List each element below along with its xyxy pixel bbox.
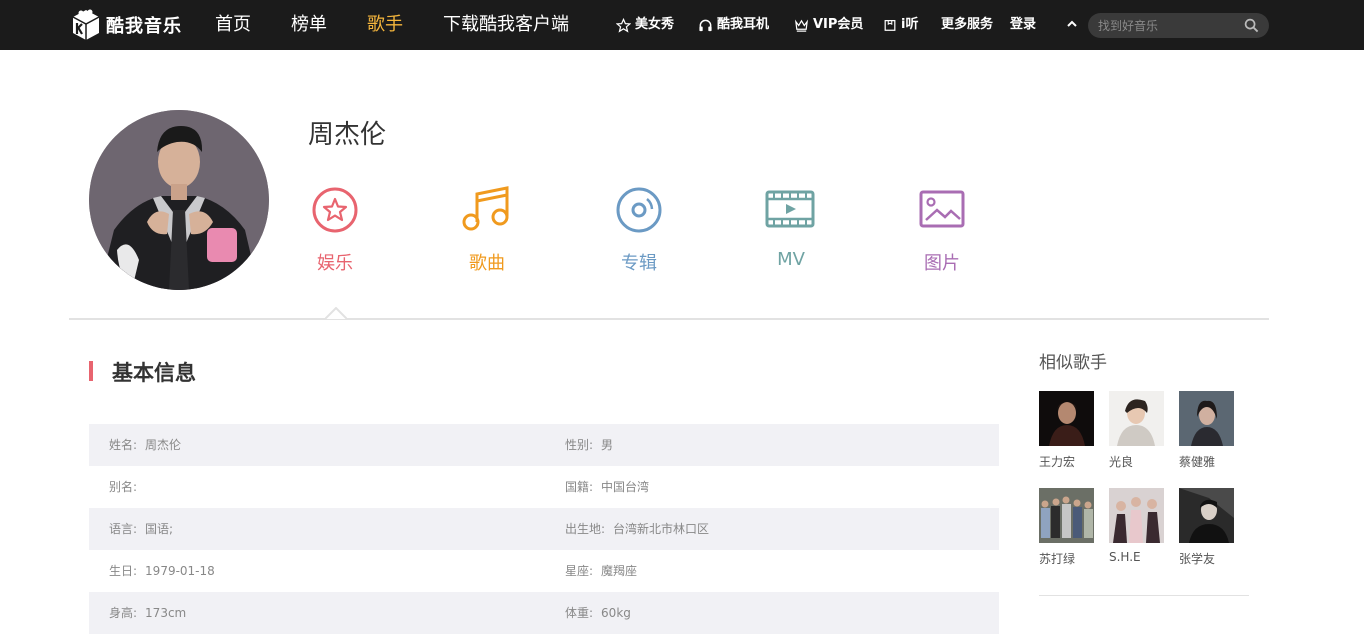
- crown-icon: [794, 19, 809, 32]
- info-value: 中国台湾: [601, 480, 650, 494]
- tab-label: 图片: [924, 253, 960, 274]
- info-row: 姓名: 周杰伦 性别: 男: [89, 424, 999, 466]
- subnav-ilisten[interactable]: i听: [883, 0, 918, 50]
- tab-albums[interactable]: 专辑: [589, 185, 689, 275]
- info-label: 生日:: [109, 564, 138, 578]
- similar-artist-item[interactable]: 王力宏: [1039, 391, 1099, 470]
- similar-artists-title: 相似歌手: [1039, 353, 1107, 373]
- tab-divider: [69, 318, 1269, 320]
- subnav-vip[interactable]: VIP会员: [794, 0, 863, 50]
- tab-label: 专辑: [621, 253, 657, 274]
- artist-thumbnail: [1179, 391, 1234, 446]
- brand-name: 酷我音乐: [106, 16, 182, 37]
- artist-thumbnail: [1109, 488, 1164, 543]
- info-value: 173cm: [145, 606, 187, 620]
- section-accent-bar: [89, 361, 93, 381]
- similar-artist-item[interactable]: 张学友: [1179, 488, 1239, 567]
- music-note-icon: [462, 186, 509, 231]
- info-value: 1979-01-18: [145, 564, 215, 578]
- info-value: 60kg: [601, 606, 631, 620]
- artist-name: 王力宏: [1039, 455, 1076, 469]
- tab-pictures[interactable]: 图片: [892, 185, 992, 275]
- basic-info-title: 基本信息: [112, 361, 196, 385]
- similar-artist-item[interactable]: S.H.E: [1109, 488, 1169, 564]
- headphones-icon: [699, 19, 712, 31]
- subnav-more-services[interactable]: 更多服务: [941, 0, 993, 50]
- similar-artist-item[interactable]: 光良: [1109, 391, 1169, 470]
- info-label: 身高:: [109, 606, 138, 620]
- image-icon: [919, 190, 965, 228]
- info-label: 语言:: [109, 522, 138, 536]
- info-label: 性别:: [565, 438, 594, 452]
- info-label: 别名:: [109, 480, 138, 494]
- similar-artist-item[interactable]: 蔡健雅: [1179, 391, 1239, 470]
- artist-name: 光良: [1109, 455, 1134, 469]
- tab-label: 歌曲: [469, 253, 505, 274]
- artist-name: 蔡健雅: [1179, 455, 1216, 469]
- film-icon: [765, 190, 815, 228]
- star-outline-icon: [616, 17, 631, 33]
- artist-thumbnail: [1039, 391, 1094, 446]
- artist-name: 张学友: [1179, 552, 1216, 566]
- subnav-label: 更多服务: [941, 17, 994, 32]
- basic-info-table: 姓名: 周杰伦 性别: 男 别名: 国籍: 中国台湾 语言: 国语; 出生地: 台湾新北市…: [89, 424, 999, 634]
- subnav-label: 美女秀: [635, 17, 675, 32]
- artist-thumbnail: [1039, 488, 1094, 543]
- subnav-label: i听: [901, 17, 919, 32]
- subnav-label: 登录: [1010, 17, 1037, 32]
- search-icon[interactable]: [1244, 18, 1259, 33]
- artist-name: S.H.E: [1109, 550, 1141, 564]
- tab-label: 娱乐: [317, 253, 353, 274]
- info-label: 星座:: [565, 564, 594, 578]
- artist-name: 周杰伦: [308, 120, 387, 150]
- tab-songs[interactable]: 歌曲: [437, 185, 537, 275]
- info-label: 国籍:: [565, 480, 594, 494]
- similar-artist-item[interactable]: 苏打绿: [1039, 488, 1099, 567]
- artist-thumbnail: [1109, 391, 1164, 446]
- brand-logo[interactable]: 酷我音乐: [70, 7, 182, 43]
- artist-photo: [89, 110, 269, 290]
- info-label: 出生地:: [565, 522, 606, 536]
- login-link[interactable]: 登录: [1010, 0, 1036, 50]
- info-value: 台湾新北市林口区: [613, 522, 710, 536]
- info-value: 周杰伦: [145, 438, 182, 452]
- box-icon: [884, 20, 896, 31]
- subnav-headphones[interactable]: 酷我耳机: [698, 0, 769, 50]
- artist-thumbnail: [1179, 488, 1234, 543]
- tab-mv[interactable]: MV: [741, 185, 841, 270]
- artist-avatar: [89, 110, 269, 290]
- top-navbar: 酷我音乐 首页 榜单 歌手 下载酷我客户端 美女秀 酷我耳机 VIP会员 i听 …: [0, 0, 1364, 50]
- search-input[interactable]: [1098, 16, 1238, 35]
- info-row: 别名: 国籍: 中国台湾: [89, 466, 999, 508]
- nav-download-client[interactable]: 下载酷我客户端: [443, 0, 569, 50]
- sidebar-divider: [1039, 595, 1249, 596]
- tab-entertainment[interactable]: 娱乐: [285, 185, 385, 275]
- subnav-label: 酷我耳机: [717, 17, 770, 32]
- subnav-label: VIP会员: [813, 17, 864, 32]
- info-label: 姓名:: [109, 438, 138, 452]
- info-value: 魔羯座: [601, 564, 638, 578]
- disc-icon: [616, 187, 662, 233]
- active-tab-pointer-icon: [325, 307, 347, 320]
- info-label: 体重:: [565, 606, 594, 620]
- nav-home[interactable]: 首页: [215, 0, 251, 50]
- info-row: 语言: 国语; 出生地: 台湾新北市林口区: [89, 508, 999, 550]
- kuwo-cube-logo-icon: [72, 9, 100, 40]
- info-value: 国语;: [145, 522, 174, 536]
- nav-singers[interactable]: 歌手: [367, 0, 403, 50]
- chevron-up-icon[interactable]: [1066, 18, 1078, 30]
- subnav-beauty-show[interactable]: 美女秀: [616, 0, 674, 50]
- tab-label: MV: [777, 249, 805, 270]
- star-circle-icon: [312, 187, 358, 233]
- artist-name: 苏打绿: [1039, 552, 1076, 566]
- info-row: 生日: 1979-01-18 星座: 魔羯座: [89, 550, 999, 592]
- info-value: 男: [601, 438, 614, 452]
- search-box: [1088, 13, 1269, 38]
- info-row: 身高: 173cm 体重: 60kg: [89, 592, 999, 634]
- nav-charts[interactable]: 榜单: [291, 0, 327, 50]
